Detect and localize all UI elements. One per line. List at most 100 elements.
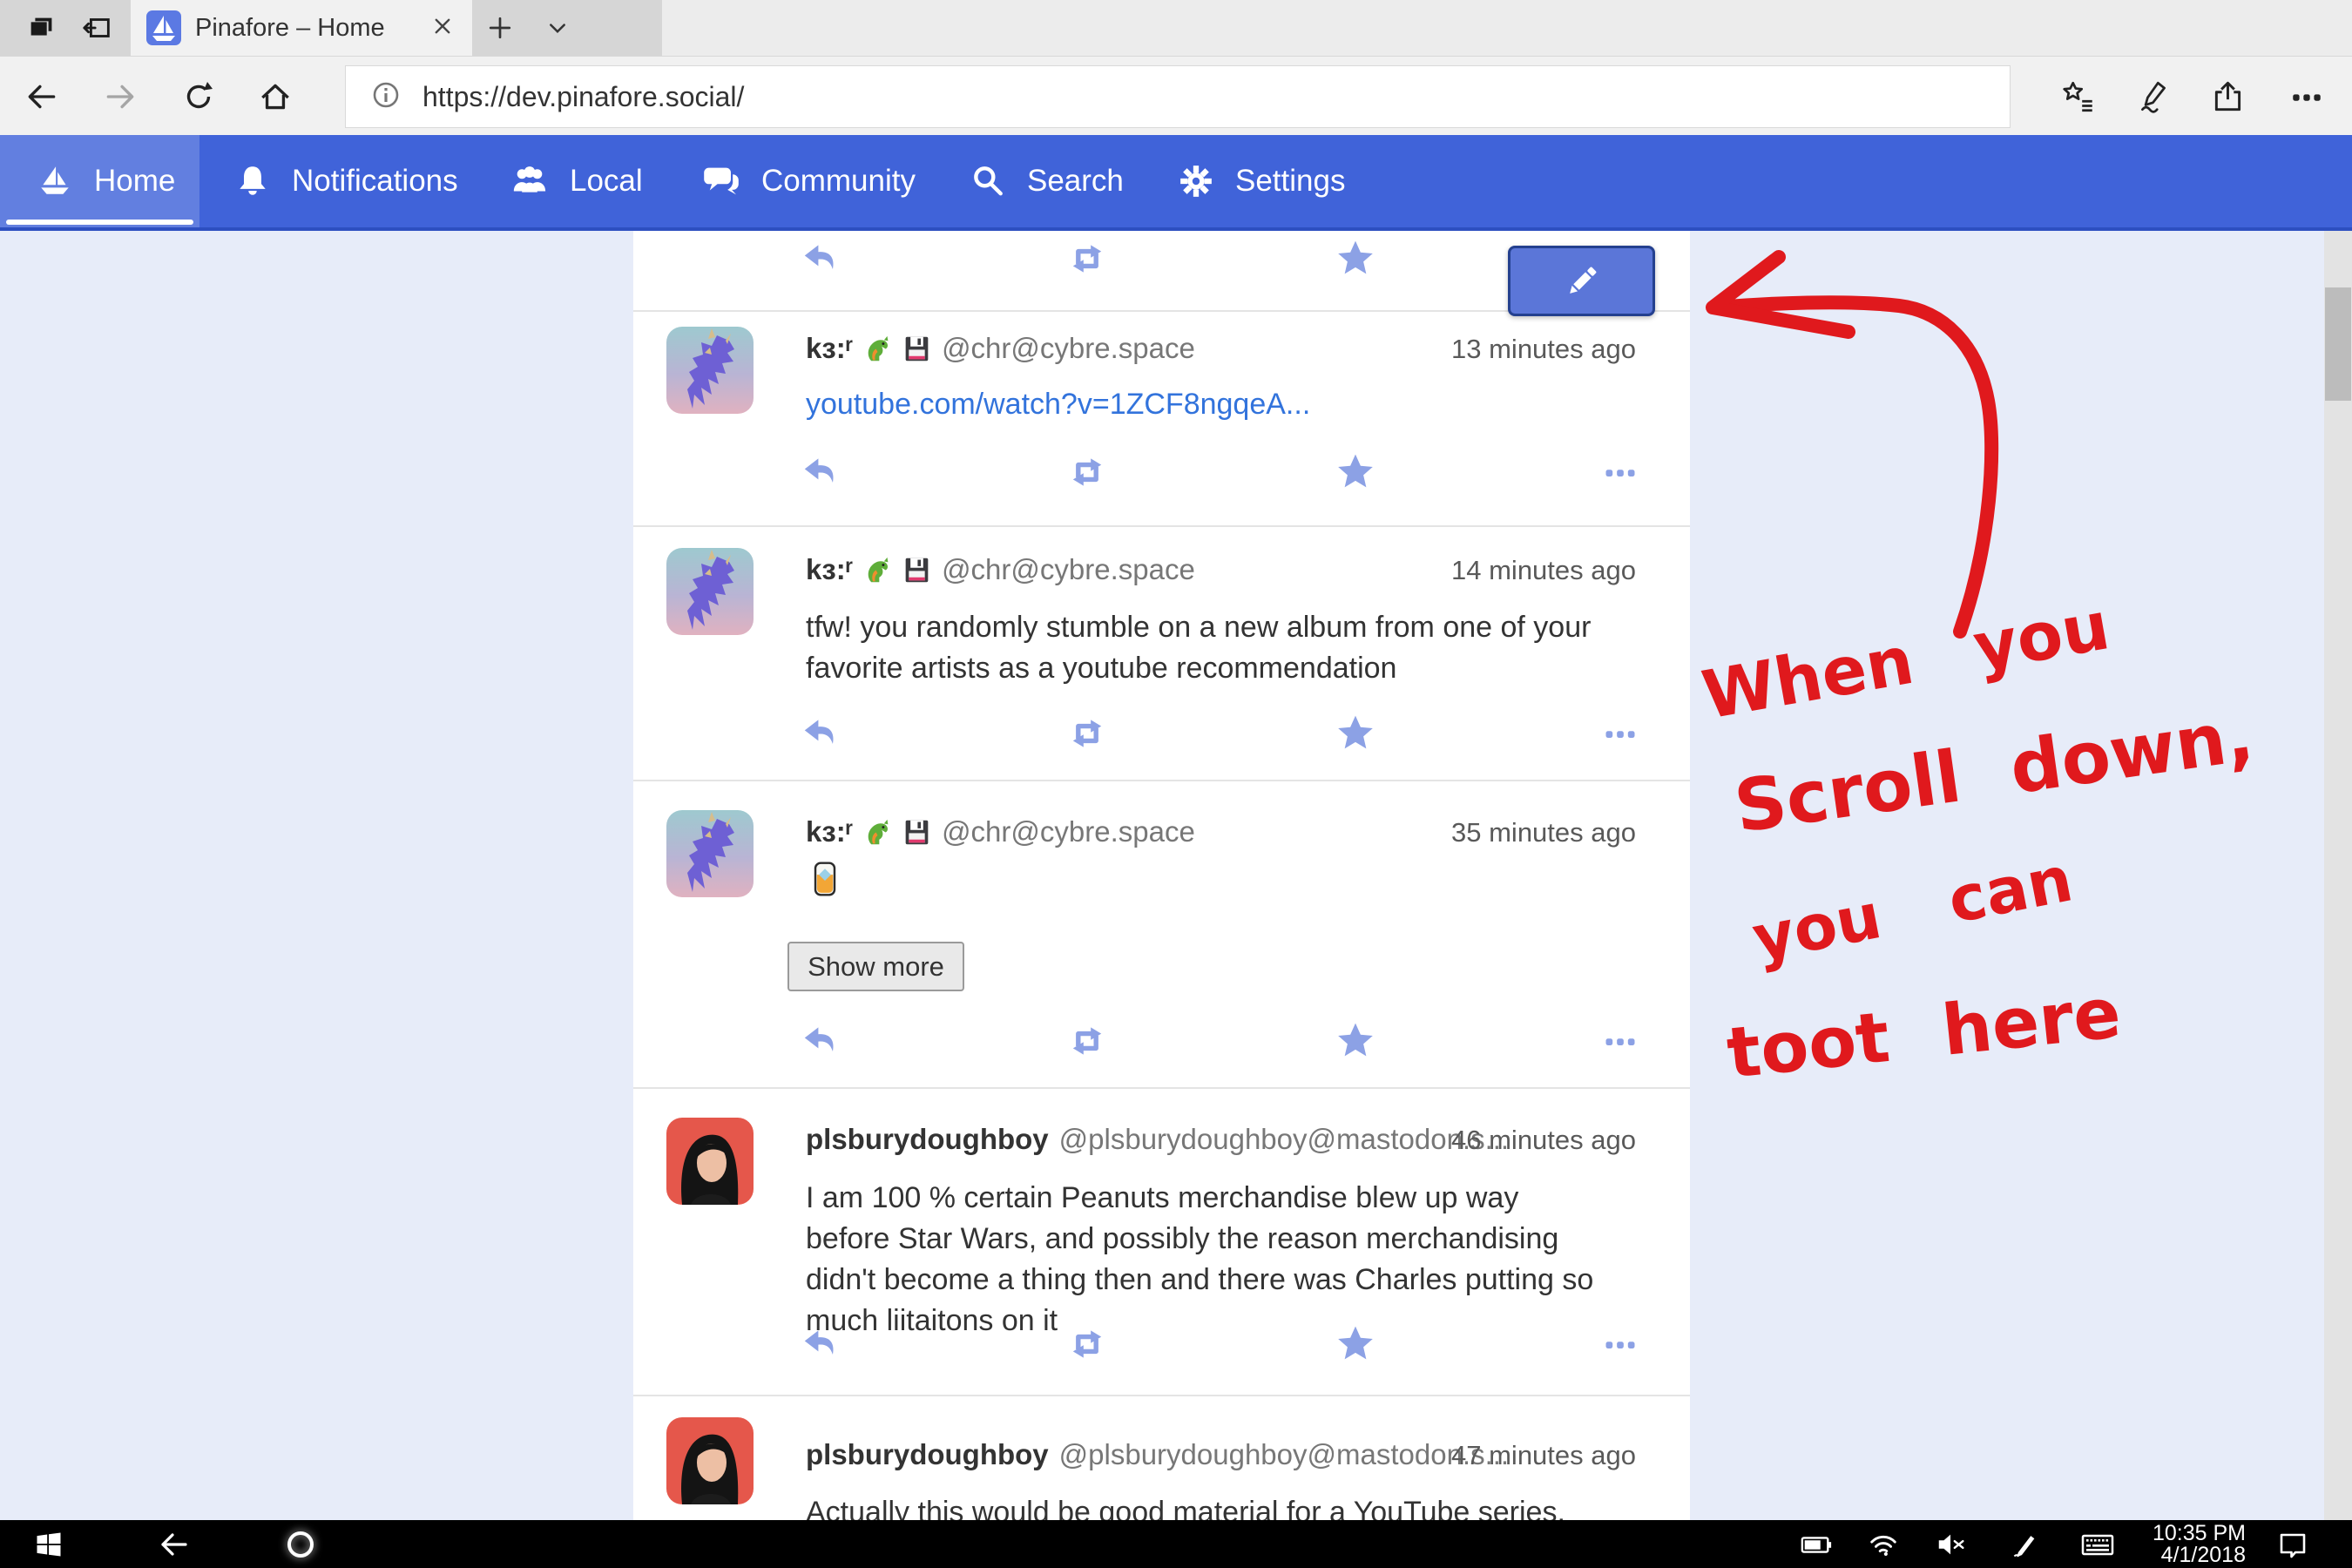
pinafore-favicon [146, 10, 181, 45]
browser-tab[interactable]: Pinafore – Home [131, 0, 472, 56]
timestamp[interactable]: 47 minutes ago [1451, 1440, 1636, 1471]
favorite-button[interactable] [1331, 1020, 1380, 1062]
display-name[interactable]: plsburydoughboy [806, 1438, 1049, 1471]
nav-item-notifications[interactable]: Notifications [234, 135, 458, 227]
action-center-button[interactable] [2272, 1524, 2314, 1565]
toot-header[interactable]: plsburydoughboy @plsburydoughboy@mastodo… [806, 1120, 1509, 1159]
toot-body: tfw! you randomly stumble on a new album… [806, 607, 1607, 689]
tabs-preview-button[interactable] [21, 7, 63, 49]
pinafore-nav-bar: Home Notifications Local Community Searc… [0, 135, 2352, 231]
nav-item-community[interactable]: Community [702, 135, 916, 227]
dragon-emoji-icon [863, 335, 892, 363]
more-options-button[interactable] [1596, 1020, 1645, 1062]
refresh-button[interactable] [176, 74, 221, 119]
nav-item-settings[interactable]: Settings [1178, 135, 1345, 227]
dragon-emoji-icon [863, 818, 892, 847]
timestamp[interactable]: 35 minutes ago [1451, 817, 1636, 848]
floppy-emoji-icon [902, 335, 931, 363]
site-info-icon[interactable] [368, 78, 403, 117]
sailboat-icon [37, 163, 73, 199]
avatar[interactable] [666, 548, 754, 635]
browser-more-button[interactable] [2284, 74, 2329, 119]
boost-button[interactable] [1063, 1323, 1112, 1365]
web-note-button[interactable] [2131, 74, 2176, 119]
new-tab-button[interactable] [481, 9, 519, 47]
timestamp[interactable]: 13 minutes ago [1451, 334, 1636, 365]
nav-item-home[interactable]: Home [37, 135, 175, 227]
compose-toot-button[interactable] [1508, 246, 1655, 316]
display-name[interactable]: kɜ:ʳ [806, 332, 853, 365]
nav-label-settings: Settings [1235, 164, 1345, 199]
nav-item-local[interactable]: Local [510, 135, 643, 227]
favorite-button[interactable] [1331, 713, 1380, 754]
clock-time: 10:35 PM [2115, 1523, 2246, 1544]
reply-button[interactable] [797, 1323, 846, 1365]
reply-button[interactable] [797, 238, 846, 280]
nav-label-community: Community [761, 164, 916, 199]
boost-button[interactable] [1063, 1020, 1112, 1062]
display-name[interactable]: kɜ:ʳ [806, 815, 853, 848]
account-handle[interactable]: @chr@cybre.space [942, 332, 1195, 365]
avatar[interactable] [666, 327, 754, 414]
more-options-button[interactable] [1596, 451, 1645, 493]
toot-header[interactable]: kɜ:ʳ @chr@cybre.space [806, 329, 1195, 368]
boost-button[interactable] [1063, 238, 1112, 280]
reply-button[interactable] [797, 1020, 846, 1062]
reply-button[interactable] [797, 713, 846, 754]
touch-keyboard-icon[interactable] [2077, 1524, 2119, 1565]
wifi-icon[interactable] [1862, 1524, 1904, 1565]
boost-button[interactable] [1063, 451, 1112, 493]
toot-separator [633, 780, 1690, 781]
favorite-button[interactable] [1331, 1323, 1380, 1365]
avatar[interactable] [666, 1118, 754, 1205]
pen-settings-icon[interactable] [2004, 1524, 2046, 1565]
volume-muted-icon[interactable] [1930, 1524, 1972, 1565]
display-name[interactable]: kɜ:ʳ [806, 553, 853, 586]
nav-label-home: Home [94, 164, 175, 199]
timestamp[interactable]: 46 minutes ago [1451, 1125, 1636, 1156]
show-more-button[interactable]: Show more [787, 942, 964, 991]
url-text[interactable]: https://dev.pinafore.social/ [422, 81, 744, 113]
forward-button[interactable] [98, 74, 143, 119]
taskbar-clock[interactable]: 10:35 PM 4/1/2018 [2115, 1523, 2246, 1566]
taskbar-back-button[interactable] [153, 1524, 195, 1565]
toot-separator [633, 1395, 1690, 1396]
avatar[interactable] [666, 810, 754, 897]
toot-header[interactable]: kɜ:ʳ @chr@cybre.space [806, 813, 1195, 851]
toot-header[interactable]: plsburydoughboy @plsburydoughboy@mastodo… [806, 1436, 1509, 1474]
favorites-hub-button[interactable] [2056, 74, 2101, 119]
display-name[interactable]: plsburydoughboy [806, 1123, 1049, 1156]
url-bar[interactable]: https://dev.pinafore.social/ [345, 65, 2011, 128]
favorite-button[interactable] [1331, 451, 1380, 493]
account-handle[interactable]: @plsburydoughboy@mastodon.s... [1059, 1438, 1509, 1471]
toot-body: Actually this would be good material for… [806, 1492, 1607, 1520]
tab-close-icon[interactable] [429, 12, 456, 44]
back-button[interactable] [19, 74, 64, 119]
browser-home-button[interactable] [253, 74, 298, 119]
more-options-button[interactable] [1596, 713, 1645, 754]
timestamp[interactable]: 14 minutes ago [1451, 555, 1636, 586]
scrollbar-thumb[interactable] [2325, 287, 2351, 401]
tab-list-chevron-icon[interactable] [538, 9, 577, 47]
cortana-button[interactable] [280, 1524, 321, 1565]
share-button[interactable] [2206, 74, 2251, 119]
tab-title: Pinafore – Home [195, 14, 415, 43]
beer-emoji-icon [806, 860, 844, 902]
account-handle[interactable]: @plsburydoughboy@mastodon.s... [1059, 1123, 1509, 1156]
start-button[interactable] [28, 1524, 70, 1565]
timeline-column: kɜ:ʳ @chr@cybre.space 13 minutes ago you… [633, 231, 1690, 1520]
favorite-button[interactable] [1331, 238, 1380, 280]
reply-button[interactable] [797, 451, 846, 493]
toot-link[interactable]: youtube.com/watch?v=1ZCF8ngqeA... [806, 388, 1310, 422]
toot-header[interactable]: kɜ:ʳ @chr@cybre.space [806, 551, 1195, 589]
account-handle[interactable]: @chr@cybre.space [942, 553, 1195, 586]
more-options-button[interactable] [1596, 1323, 1645, 1365]
windows-taskbar [0, 1520, 2352, 1568]
nav-item-search[interactable]: Search [970, 135, 1124, 227]
boost-button[interactable] [1063, 713, 1112, 754]
page-scrollbar[interactable] [2324, 231, 2352, 1520]
avatar[interactable] [666, 1417, 754, 1504]
battery-icon[interactable] [1795, 1524, 1837, 1565]
account-handle[interactable]: @chr@cybre.space [942, 815, 1195, 848]
set-tabs-aside-button[interactable] [77, 7, 118, 49]
